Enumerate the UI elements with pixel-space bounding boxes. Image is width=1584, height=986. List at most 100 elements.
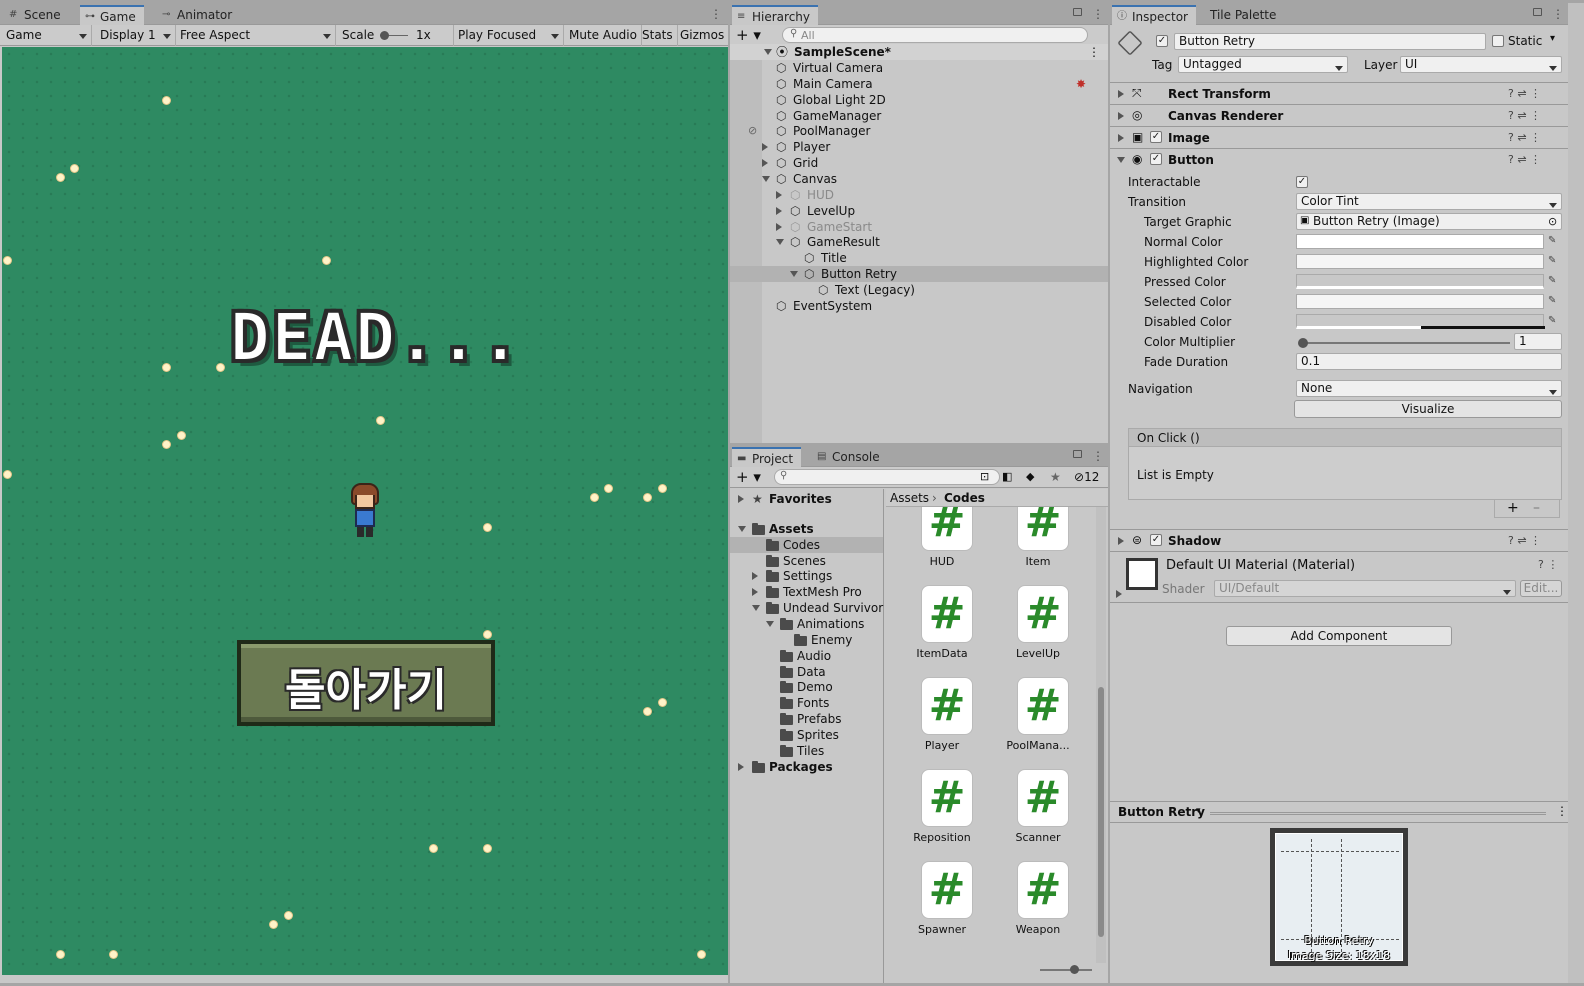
play-mode-dropdown[interactable]: Play Focused [454, 25, 564, 46]
expand-icon[interactable] [752, 572, 758, 581]
component-header-icons[interactable]: ? ⇌ ⋮ [1508, 109, 1541, 122]
preview-menu-icon[interactable]: ⋮ [1556, 804, 1568, 818]
hierarchy-row[interactable]: ⬡ Button Retry [730, 266, 1108, 283]
scale-control[interactable]: Scale 1x [338, 25, 454, 46]
project-menu-icon[interactable]: ⋮ [1092, 449, 1104, 463]
add-event-button[interactable]: + [1507, 500, 1519, 516]
hierarchy-row[interactable]: ⬡ LevelUp [730, 203, 1108, 219]
component-header-icons[interactable]: ? ⇌ ⋮ [1508, 153, 1541, 166]
expand-icon[interactable] [752, 588, 758, 597]
expand-icon[interactable] [1116, 590, 1122, 598]
collapse-icon[interactable] [790, 271, 798, 278]
script-asset[interactable]: # ItemData [906, 585, 978, 665]
eyedropper-icon[interactable]: ✎ [1548, 295, 1560, 307]
hierarchy-row[interactable]: ⬡ Grid [730, 155, 1108, 171]
scale-slider-handle[interactable] [380, 31, 389, 40]
eyedropper-icon[interactable]: ✎ [1548, 315, 1560, 327]
script-asset[interactable]: # LevelUp [1002, 585, 1074, 665]
component-header-icons[interactable]: ? ⇌ ⋮ [1508, 534, 1541, 547]
collapse-icon[interactable] [1117, 157, 1125, 163]
tab-hierarchy[interactable]: ≡ Hierarchy [732, 5, 819, 25]
inspector-menu-icon[interactable]: ⋮ [1552, 7, 1564, 21]
project-tree-item[interactable]: Data [730, 664, 883, 680]
project-tree-item[interactable]: Tiles [730, 743, 883, 759]
lock-icon[interactable] [1533, 8, 1542, 16]
component-button[interactable]: ◉ ✓ Button ? ⇌ ⋮ [1110, 148, 1568, 170]
hierarchy-row[interactable]: ⬡ Main Camera ✸ [730, 76, 1108, 92]
script-asset[interactable]: # Spawner [906, 861, 978, 941]
hierarchy-row[interactable]: ⬡ Virtual Camera [730, 60, 1108, 76]
active-checkbox[interactable]: ✓ [1156, 35, 1168, 47]
project-tree-item[interactable]: TextMesh Pro [730, 584, 883, 600]
component-shadow[interactable]: ⊜ ✓ Shadow ? ⇌ ⋮ [1110, 529, 1568, 551]
add-component-button[interactable]: Add Component [1226, 626, 1452, 646]
component-rect-transform[interactable]: ⤧ Rect Transform ? ⇌ ⋮ [1110, 82, 1568, 104]
interactable-checkbox[interactable]: ✓ [1296, 176, 1308, 188]
hierarchy-row[interactable]: ⬡ Canvas [730, 171, 1108, 187]
tab-game[interactable]: ⊶ Game [80, 5, 144, 25]
tag-dropdown[interactable]: Untagged [1178, 56, 1348, 73]
preview-dropdown-icon[interactable]: ▾ [1196, 806, 1201, 816]
script-asset[interactable]: # Item [1002, 507, 1074, 573]
project-tree-item[interactable]: ★ Favorites [730, 491, 883, 507]
search-by-type-icon[interactable]: ⊡ [980, 470, 989, 483]
tab-tile-palette[interactable]: Tile Palette [1202, 5, 1284, 25]
collapse-icon[interactable] [738, 525, 746, 532]
shadow-enabled-checkbox[interactable]: ✓ [1150, 534, 1162, 546]
eyedropper-icon[interactable]: ✎ [1548, 255, 1560, 267]
expand-icon[interactable] [764, 49, 772, 55]
camera-warning-icon[interactable]: ✸ [1076, 76, 1086, 92]
hierarchy-row[interactable]: ⬡ HUD [730, 187, 1108, 203]
static-checkbox[interactable] [1492, 35, 1504, 47]
project-tree-item[interactable]: Undead Survivor [730, 600, 883, 616]
script-asset[interactable]: # HUD [906, 507, 978, 573]
project-tree-item[interactable]: Fonts [730, 695, 883, 711]
project-tree-item[interactable]: Assets [730, 521, 883, 537]
lock-icon[interactable] [1073, 450, 1082, 458]
normal-color-field[interactable] [1296, 234, 1544, 249]
view-dropdown[interactable]: Game [2, 25, 92, 46]
component-canvas-renderer[interactable]: ◎ Canvas Renderer ? ⇌ ⋮ [1110, 104, 1568, 126]
expand-icon[interactable] [738, 762, 744, 771]
pressed-color-field[interactable] [1296, 274, 1544, 289]
tab-scene[interactable]: # Scene [4, 5, 69, 25]
script-asset[interactable]: # Scanner [1002, 769, 1074, 849]
button-enabled-checkbox[interactable]: ✓ [1150, 153, 1162, 165]
asset-scrollbar[interactable] [1096, 507, 1106, 963]
script-asset[interactable]: # Reposition [906, 769, 978, 849]
favorite-star-icon[interactable]: ★ [1050, 470, 1061, 484]
project-tree-item[interactable]: Demo [730, 679, 883, 695]
hierarchy-row[interactable]: ⬡ Global Light 2D [730, 92, 1108, 108]
target-graphic-field[interactable]: Button Retry (Image) [1296, 213, 1562, 230]
visualize-button[interactable]: Visualize [1294, 400, 1562, 418]
collapse-icon[interactable] [762, 175, 770, 182]
display-dropdown[interactable]: Display 1 [96, 25, 176, 46]
gizmos-button[interactable]: Gizmos [676, 25, 728, 46]
hierarchy-row[interactable]: ⬡ Player [730, 139, 1108, 155]
component-image[interactable]: ▣ ✓ Image ? ⇌ ⋮ [1110, 126, 1568, 148]
script-asset[interactable]: # Weapon [1002, 861, 1074, 941]
hierarchy-row[interactable]: ⬡ EventSystem [730, 298, 1108, 314]
transition-dropdown[interactable]: Color Tint [1296, 193, 1562, 210]
project-tree-item[interactable]: Codes [730, 536, 883, 553]
shader-dropdown[interactable]: UI/Default [1214, 580, 1516, 597]
preview-title-dropdown[interactable]: Button Retry [1118, 805, 1205, 819]
navigation-dropdown[interactable]: None [1296, 380, 1562, 397]
scene-menu-icon[interactable]: ⋮ [1088, 44, 1100, 60]
hidden-count[interactable]: ⊘12 [1074, 470, 1099, 484]
visibility-hidden-icon[interactable]: ⊘ [748, 123, 757, 139]
project-tree-item[interactable]: Scenes [730, 553, 883, 569]
object-name-input[interactable]: Button Retry [1174, 33, 1486, 50]
eyedropper-icon[interactable]: ✎ [1548, 275, 1560, 287]
expand-icon[interactable] [776, 222, 782, 231]
static-dropdown-icon[interactable]: ▾ [1550, 33, 1555, 44]
layer-dropdown[interactable]: UI [1400, 56, 1562, 73]
hierarchy-row[interactable]: ⬡ PoolManager ⊘ [730, 123, 1108, 139]
component-header-icons[interactable]: ? ⇌ ⋮ [1508, 131, 1541, 144]
breadcrumb-assets[interactable]: Assets [890, 491, 929, 505]
project-search-input[interactable] [774, 469, 1000, 485]
hierarchy-menu-icon[interactable]: ⋮ [1092, 7, 1104, 21]
inspector-scrollbar[interactable] [1568, 3, 1584, 983]
create-button[interactable]: + ▾ [736, 26, 761, 44]
hierarchy-row[interactable]: ⬡ Title [730, 250, 1108, 266]
